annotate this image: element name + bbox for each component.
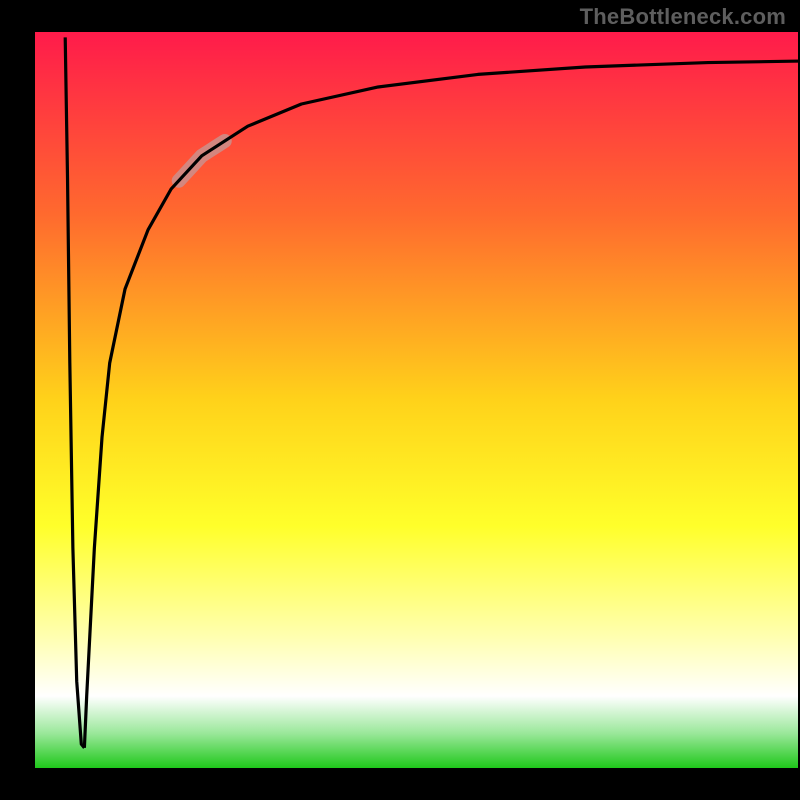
plot-background xyxy=(33,30,800,770)
chart-frame: TheBottleneck.com xyxy=(0,0,800,800)
watermark-text: TheBottleneck.com xyxy=(580,4,786,30)
chart-svg xyxy=(0,0,800,800)
